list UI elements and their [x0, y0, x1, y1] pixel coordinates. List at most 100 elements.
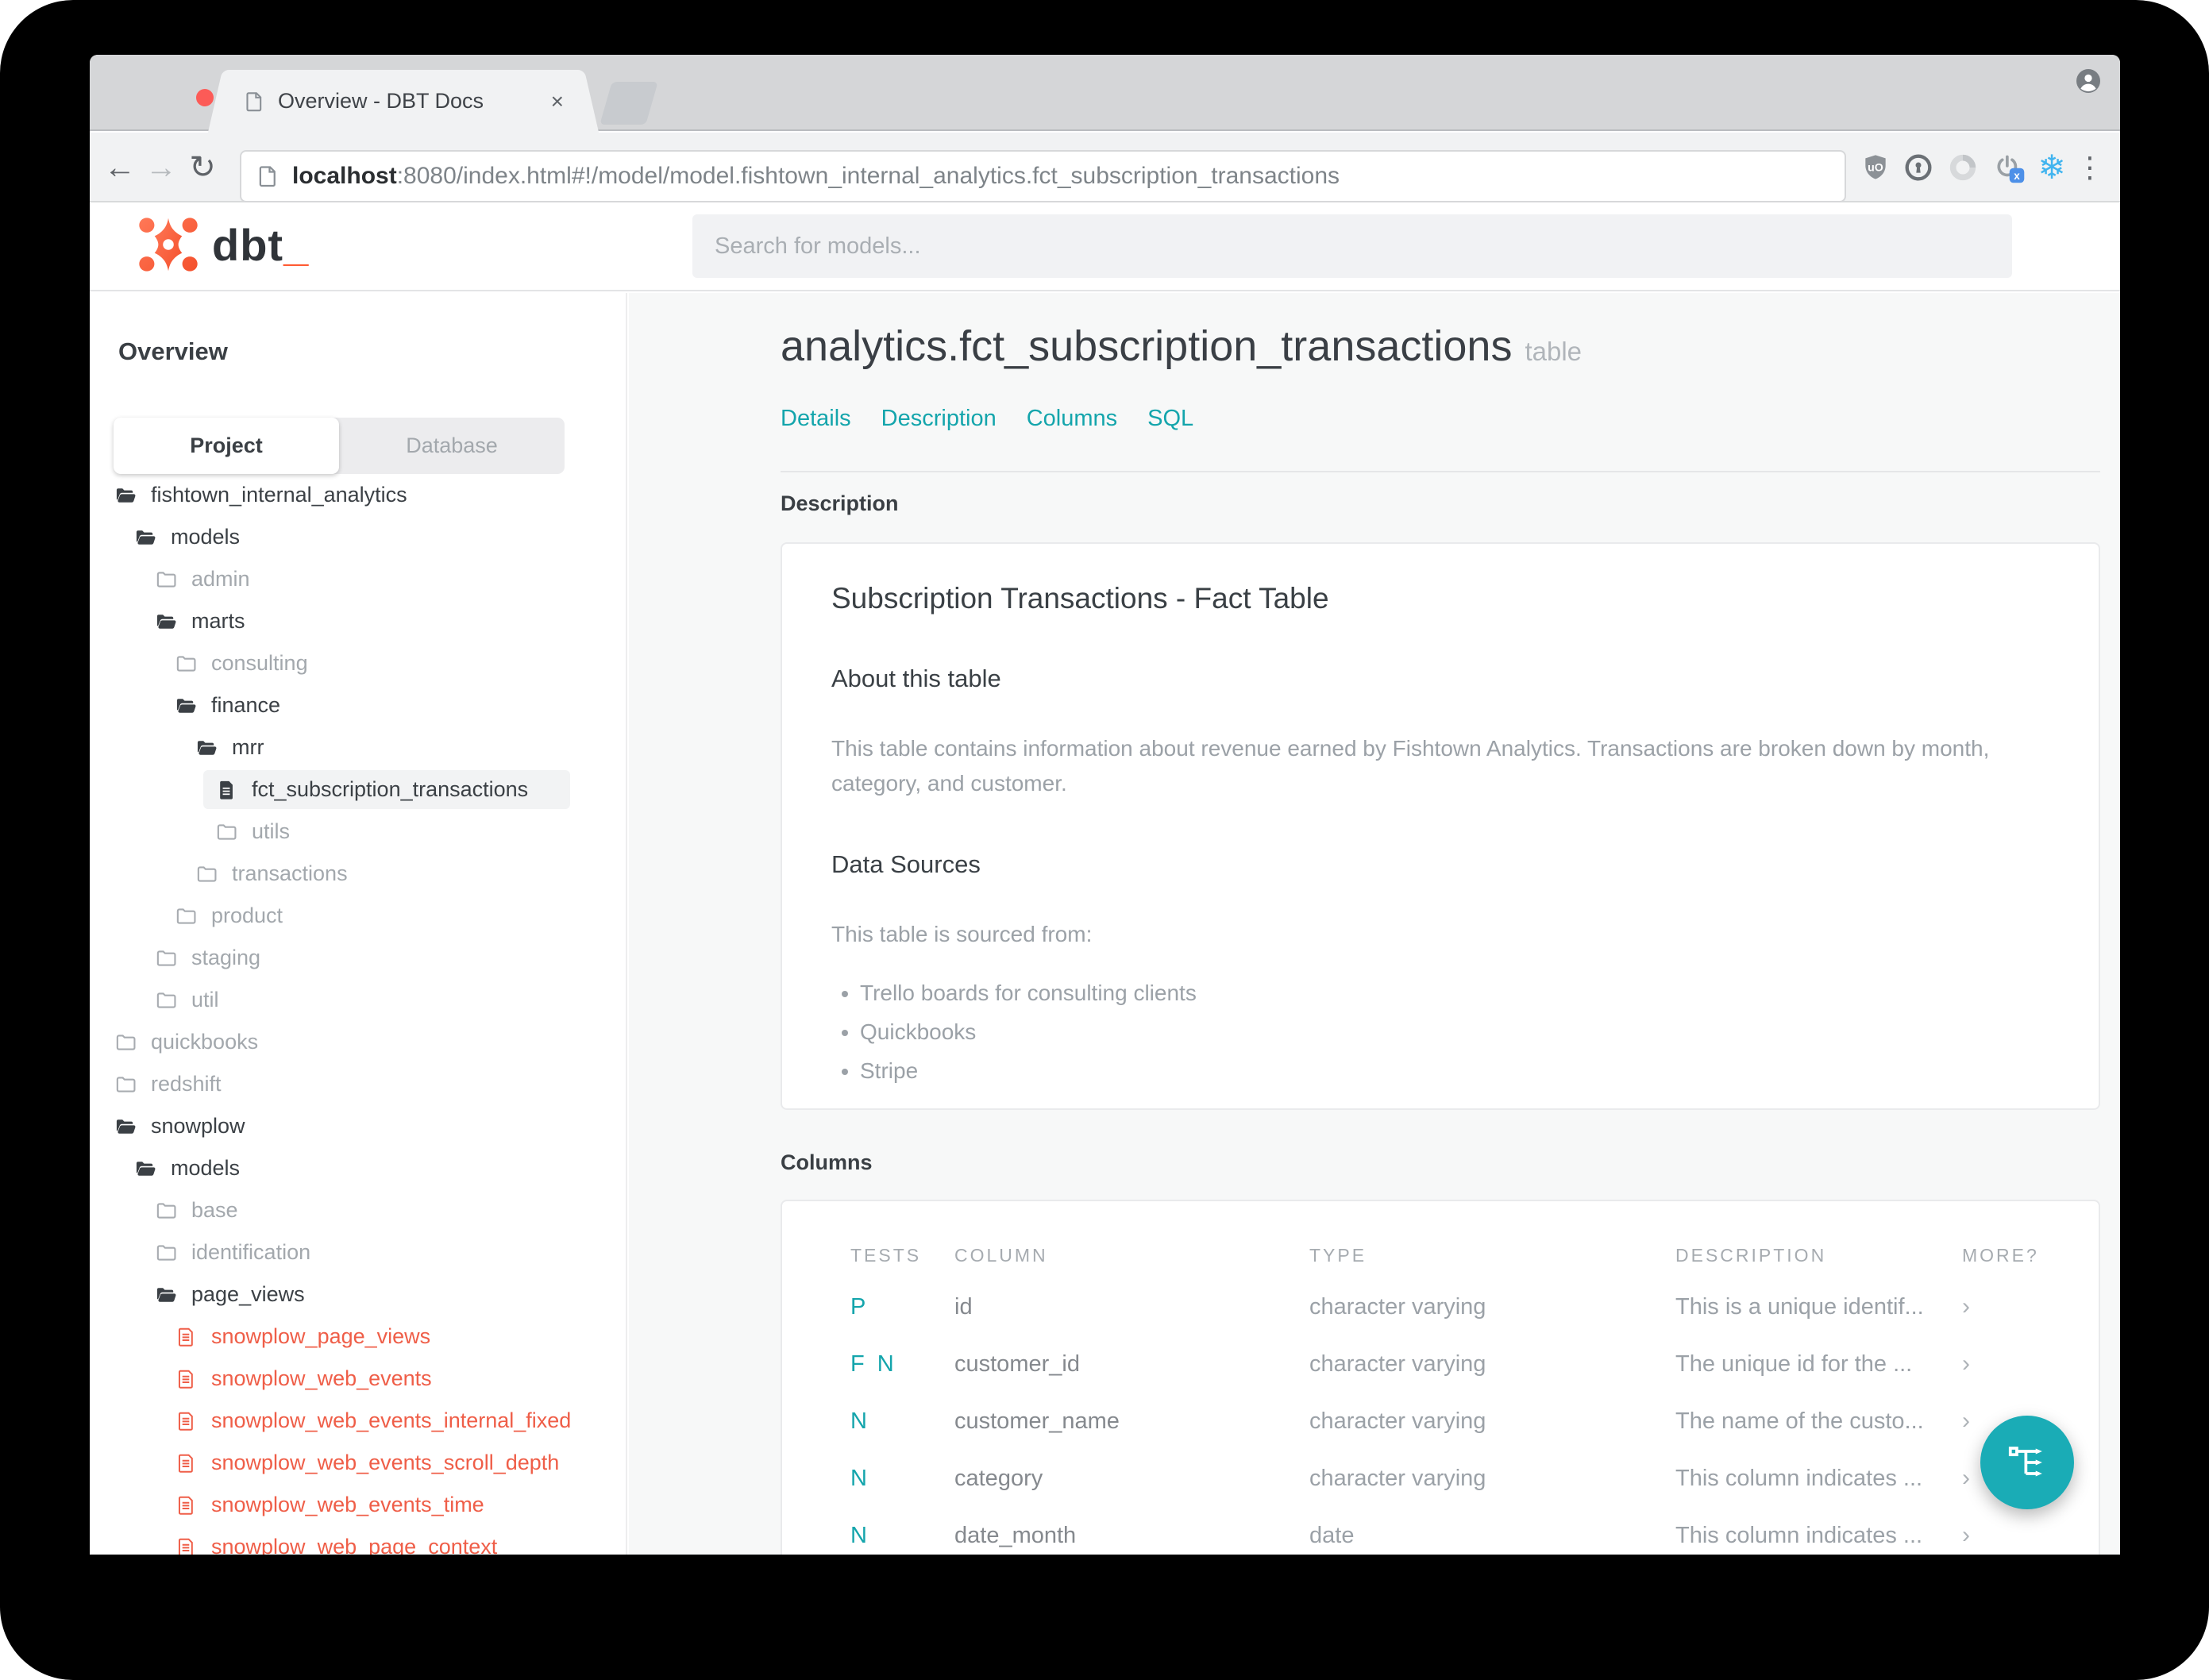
tree-item-redshift[interactable]: redshift	[90, 1063, 626, 1105]
cell-type: date	[1309, 1522, 1355, 1548]
column-header-tests: TESTS	[850, 1245, 922, 1266]
close-window-button[interactable]	[196, 89, 214, 106]
file-red-icon	[175, 1494, 197, 1516]
folder-open-icon	[114, 1116, 137, 1138]
tree-item-identification[interactable]: identification	[90, 1231, 626, 1273]
tree-item-snowplow_page_views[interactable]: snowplow_page_views	[90, 1316, 626, 1358]
tree-item-util[interactable]: util	[90, 979, 626, 1021]
sources-heading: Data Sources	[831, 850, 981, 878]
tree-item-label: snowplow_web_events_scroll_depth	[211, 1451, 560, 1474]
nav-link-columns[interactable]: Columns	[1027, 406, 1117, 432]
tree-item-quickbooks[interactable]: quickbooks	[90, 1021, 626, 1063]
file-red-icon	[175, 1368, 197, 1390]
table-row-category[interactable]: Ncategory character varying This column in…	[782, 1450, 2099, 1507]
tree-item-label: marts	[191, 609, 245, 633]
tree-item-label: models	[171, 1156, 241, 1180]
cell-description: This column indicates ...	[1675, 1522, 1923, 1548]
nav-link-details[interactable]: Details	[781, 406, 851, 432]
tree-item-transactions[interactable]: transactions	[90, 853, 626, 895]
table-row-customer_id[interactable]: F N customer_id character varying The uniqu…	[782, 1335, 2099, 1393]
disabled-extension-icon[interactable]	[1941, 133, 1984, 202]
tree-item-base[interactable]: base	[90, 1189, 626, 1231]
tab-close-icon[interactable]: ×	[551, 89, 564, 114]
tree-item-label: util	[191, 988, 219, 1011]
materialization-badge: table	[1525, 337, 1583, 366]
folder-open-icon	[175, 695, 197, 717]
row-expand-chevron[interactable]: ›	[1962, 1522, 2057, 1549]
folder-closed-icon	[155, 568, 177, 591]
table-row-date_month[interactable]: Ndate_month date This column indicates ...…	[782, 1507, 2099, 1555]
tree-item-models[interactable]: models	[90, 1147, 626, 1189]
row-expand-chevron[interactable]: ›	[1962, 1293, 2057, 1320]
file-red-icon	[175, 1410, 197, 1432]
nav-link-description[interactable]: Description	[881, 406, 997, 432]
tree-item-snowplow_web_page_context[interactable]: snowplow_web_page_context	[90, 1526, 626, 1555]
cell-column: category	[954, 1465, 1043, 1491]
folder-closed-icon	[175, 653, 197, 675]
sidebar-tab-database[interactable]: Database	[339, 418, 565, 474]
tree-item-fishtown_internal_analytics[interactable]: fishtown_internal_analytics	[90, 474, 626, 516]
folder-open-icon	[155, 1284, 177, 1306]
profile-avatar-icon[interactable]	[2074, 67, 2103, 95]
description-card: Subscription Transactions - Fact Table A…	[781, 542, 2100, 1110]
tree-item-label: snowplow_web_events_time	[211, 1493, 484, 1516]
sidebar-heading: Overview	[118, 337, 228, 365]
onepassword-icon[interactable]	[1897, 133, 1940, 202]
main-panel: analytics.fct_subscription_transactions t…	[629, 293, 2120, 1555]
tree-item-product[interactable]: product	[90, 895, 626, 937]
folder-closed-icon	[155, 1200, 177, 1222]
model-name: analytics.fct_subscription_transactions	[781, 322, 1513, 370]
folder-open-icon	[114, 484, 137, 507]
url-text: localhost:8080/index.html#!/model/model.…	[292, 163, 1340, 190]
browser-tab[interactable]: Overview - DBT Docs ×	[227, 70, 580, 133]
tree-item-label: utils	[252, 819, 291, 843]
tree-item-staging[interactable]: staging	[90, 937, 626, 979]
view-lineage-graph-button[interactable]	[1980, 1416, 2074, 1509]
nav-link-sql[interactable]: SQL	[1147, 406, 1193, 432]
table-row-id[interactable]: Pid character varying This is a unique ide…	[782, 1278, 2099, 1335]
columns-section-label: Columns	[781, 1150, 873, 1174]
proxy-x-icon[interactable]: x	[1987, 133, 2030, 202]
cell-type: character varying	[1309, 1465, 1486, 1491]
tree-item-finance[interactable]: finance	[90, 684, 626, 726]
tree-item-label: snowplow_web_page_context	[211, 1535, 498, 1555]
folder-open-icon	[134, 1158, 156, 1180]
tree-item-snowplow_web_events[interactable]: snowplow_web_events	[90, 1358, 626, 1400]
tree-item-snowplow[interactable]: snowplow	[90, 1105, 626, 1147]
back-arrow-icon[interactable]: ←	[99, 133, 141, 202]
tree-item-label: transactions	[232, 861, 348, 885]
tree-item-admin[interactable]: admin	[90, 558, 626, 600]
tree-item-snowplow_web_events_internal_fixed[interactable]: snowplow_web_events_internal_fixed	[90, 1400, 626, 1442]
tree-item-snowplow_web_events_scroll_depth[interactable]: snowplow_web_events_scroll_depth	[90, 1442, 626, 1484]
tree-item-label: fct_subscription_transactions	[252, 777, 529, 801]
sources-list: Trello boards for consulting clients Quic…	[831, 981, 2049, 1084]
row-expand-chevron[interactable]: ›	[1962, 1351, 2057, 1378]
tree-item-utils[interactable]: utils	[90, 811, 626, 853]
dbt-logo[interactable]: dbt _	[139, 215, 308, 274]
table-row-customer_name[interactable]: Ncustomer_name character varying The name …	[782, 1393, 2099, 1450]
tree-item-marts[interactable]: marts	[90, 600, 626, 642]
tree-item-label: fishtown_internal_analytics	[151, 483, 407, 507]
tree-item-snowplow_web_events_time[interactable]: snowplow_web_events_time	[90, 1484, 626, 1526]
forward-arrow-icon[interactable]: →	[141, 133, 182, 202]
kebab-menu-icon[interactable]: ⋮	[2068, 133, 2111, 202]
url-bar[interactable]: localhost:8080/index.html#!/model/model.…	[240, 150, 1846, 202]
ublock-origin-icon[interactable]: uO	[1854, 133, 1897, 202]
folder-closed-icon	[114, 1031, 137, 1054]
tree-item-mrr[interactable]: mrr	[90, 726, 626, 769]
search-input[interactable]	[692, 214, 2012, 278]
tree-item-label: snowplow	[151, 1114, 245, 1138]
lineage-graph-icon	[2008, 1447, 2042, 1477]
tree-item-fct_subscription_transactions[interactable]: fct_subscription_transactions	[90, 769, 626, 811]
tree-item-page_views[interactable]: page_views	[90, 1273, 626, 1316]
new-tab-button[interactable]	[599, 82, 658, 125]
tree-item-consulting[interactable]: consulting	[90, 642, 626, 684]
tree-item-label: product	[211, 904, 283, 927]
sidebar-tab-project[interactable]: Project	[114, 418, 339, 474]
snowflake-icon[interactable]: ❄	[2030, 133, 2073, 202]
description-section-label: Description	[781, 491, 899, 515]
reload-icon[interactable]: ↻	[182, 133, 223, 202]
browser-tab-strip: Overview - DBT Docs ×	[90, 55, 2120, 133]
tree-item-models[interactable]: models	[90, 516, 626, 558]
tree-item-label: quickbooks	[151, 1030, 259, 1054]
